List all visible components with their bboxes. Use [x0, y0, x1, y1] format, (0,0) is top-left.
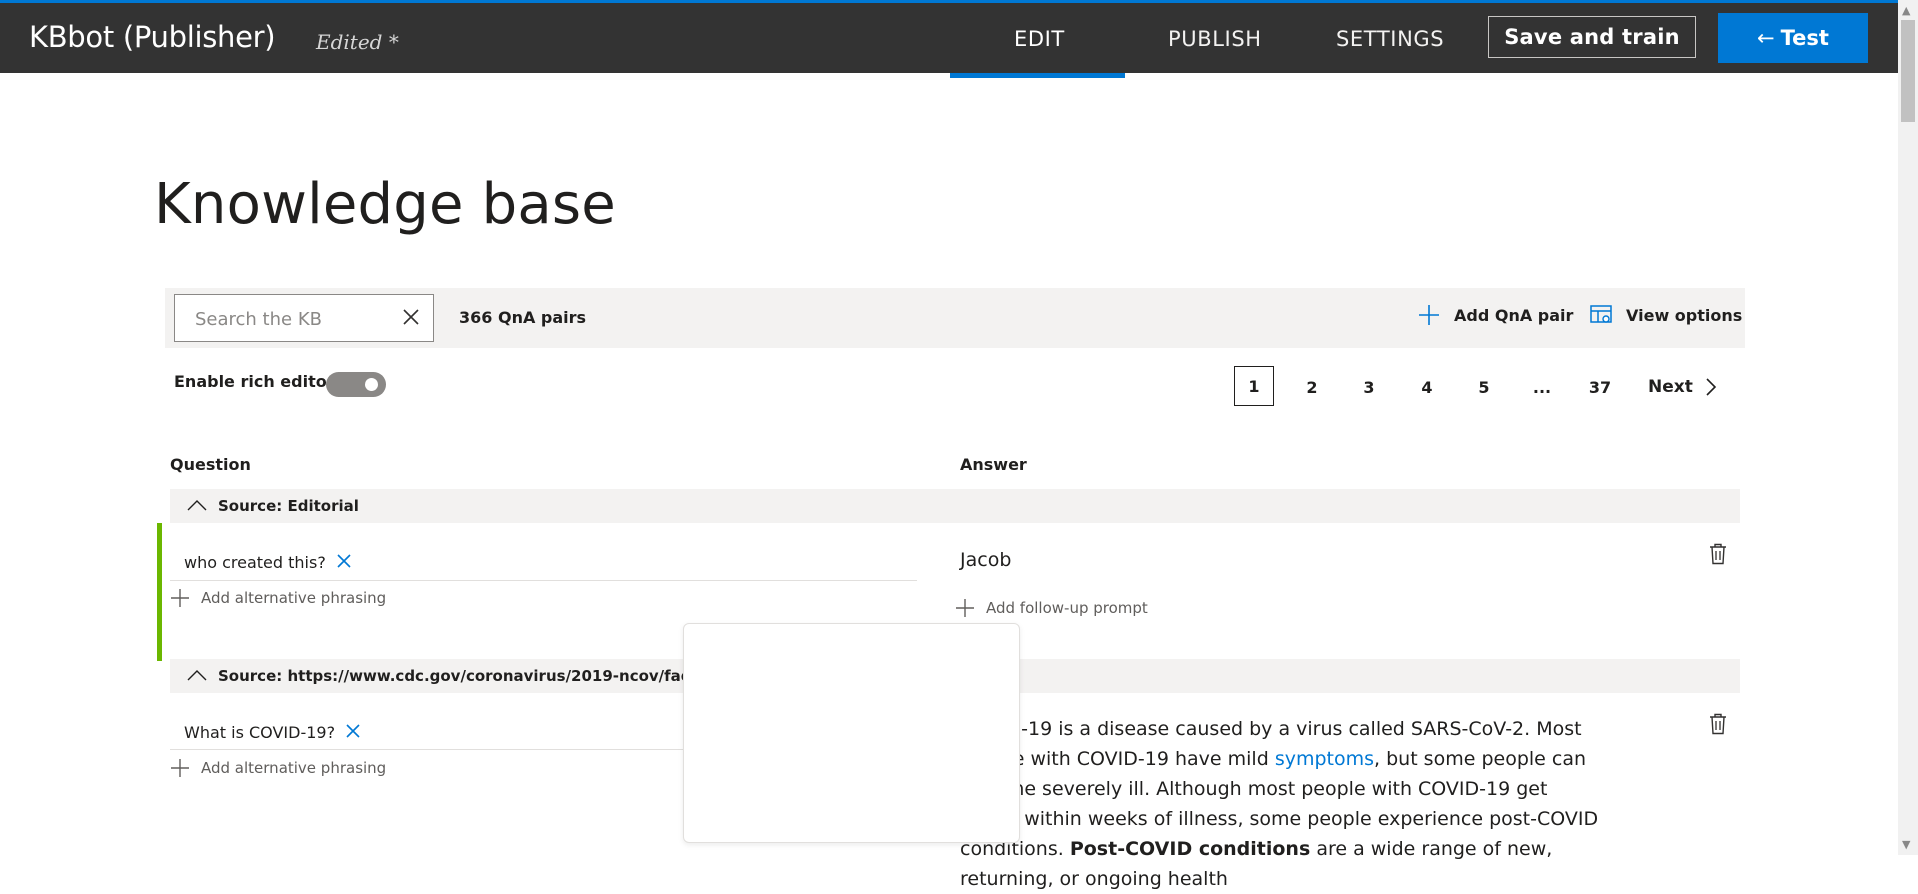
view-options-label: View options [1626, 305, 1743, 325]
answer-bold-text: Post-COVID conditions [1069, 838, 1311, 860]
page-1-button[interactable]: 1 [1234, 366, 1274, 406]
plus-icon [1419, 305, 1439, 325]
toggle-knob [365, 378, 378, 391]
test-button[interactable]: ← Test [1718, 13, 1868, 63]
qna-count: 366 QnA pairs [459, 308, 587, 327]
add-alternative-phrasing-button[interactable]: Add alternative phrasing [170, 588, 386, 608]
add-alternative-phrasing-label: Add alternative phrasing [201, 759, 387, 777]
search-box[interactable] [174, 294, 434, 342]
page-3-button[interactable]: 3 [1349, 378, 1389, 397]
source-label: Source: Editorial [218, 497, 359, 515]
empty-popup-panel [683, 623, 1020, 843]
top-bar: KBbot (Publisher) Edited * EDIT PUBLISH … [0, 3, 1898, 78]
trash-icon[interactable] [1709, 543, 1727, 565]
test-label: Test [1780, 26, 1829, 50]
chevron-up-icon[interactable] [186, 668, 208, 682]
scroll-up-arrow-icon[interactable]: ▲ [1902, 4, 1910, 17]
view-options-icon [1590, 305, 1612, 323]
page-ellipsis: ... [1532, 378, 1552, 397]
active-tab-indicator [950, 73, 1125, 78]
page-4-button[interactable]: 4 [1407, 378, 1447, 397]
vertical-scrollbar[interactable] [1898, 0, 1918, 855]
question-text[interactable]: What is COVID-19? [184, 723, 335, 742]
question-text[interactable]: who created this? [184, 553, 326, 572]
plus-icon [956, 599, 974, 617]
question-column-header: Question [170, 455, 251, 474]
page-title: Knowledge base [154, 172, 616, 237]
close-icon[interactable] [345, 723, 361, 739]
search-clear-icon[interactable] [401, 307, 421, 327]
save-and-train-button[interactable]: Save and train [1488, 16, 1696, 58]
scroll-down-arrow-icon[interactable]: ▼ [1902, 838, 1910, 851]
add-follow-up-prompt-label: Add follow-up prompt [986, 599, 1148, 617]
tab-publish[interactable]: PUBLISH [1168, 27, 1262, 51]
add-alternative-phrasing-label: Add alternative phrasing [201, 589, 387, 607]
plus-icon [171, 759, 189, 777]
page-5-button[interactable]: 5 [1464, 378, 1504, 397]
next-page-button[interactable]: Next [1648, 377, 1717, 397]
page-37-button[interactable]: 37 [1580, 378, 1620, 397]
add-qna-pair-button[interactable]: Add QnA pair [1418, 304, 1573, 326]
rich-editor-toggle[interactable] [326, 372, 386, 397]
page-2-button[interactable]: 2 [1292, 378, 1332, 397]
save-and-train-label: Save and train [1504, 25, 1680, 49]
question-underline [170, 580, 917, 581]
source-group-editorial[interactable]: Source: Editorial [170, 489, 1740, 523]
add-qna-pair-label: Add QnA pair [1454, 305, 1574, 325]
answer-text[interactable]: Jacob [960, 549, 1011, 571]
edited-row-marker [157, 523, 162, 661]
edited-status: Edited * [316, 30, 399, 54]
plus-icon [171, 589, 189, 607]
tab-edit[interactable]: EDIT [1014, 27, 1065, 51]
add-alternative-phrasing-button[interactable]: Add alternative phrasing [170, 758, 386, 778]
trash-icon[interactable] [1709, 713, 1727, 735]
view-options-button[interactable]: View options [1590, 304, 1742, 326]
chevron-up-icon[interactable] [186, 498, 208, 512]
add-follow-up-prompt-button[interactable]: Add follow-up prompt [955, 598, 1148, 618]
answer-text[interactable]: COVID-19 is a disease caused by a virus … [960, 714, 1600, 894]
close-icon[interactable] [336, 553, 352, 569]
answer-column-header: Answer [960, 455, 1027, 474]
tab-settings[interactable]: SETTINGS [1336, 27, 1444, 51]
search-input[interactable] [193, 306, 387, 332]
scrollbar-thumb[interactable] [1901, 20, 1915, 122]
arrow-left-icon: ← [1757, 26, 1775, 50]
rich-editor-label: Enable rich editor [174, 372, 335, 391]
app-title: KBbot (Publisher) [29, 20, 276, 54]
next-label: Next [1648, 377, 1693, 397]
symptoms-link[interactable]: symptoms [1275, 748, 1374, 770]
chevron-right-icon [1706, 378, 1716, 396]
